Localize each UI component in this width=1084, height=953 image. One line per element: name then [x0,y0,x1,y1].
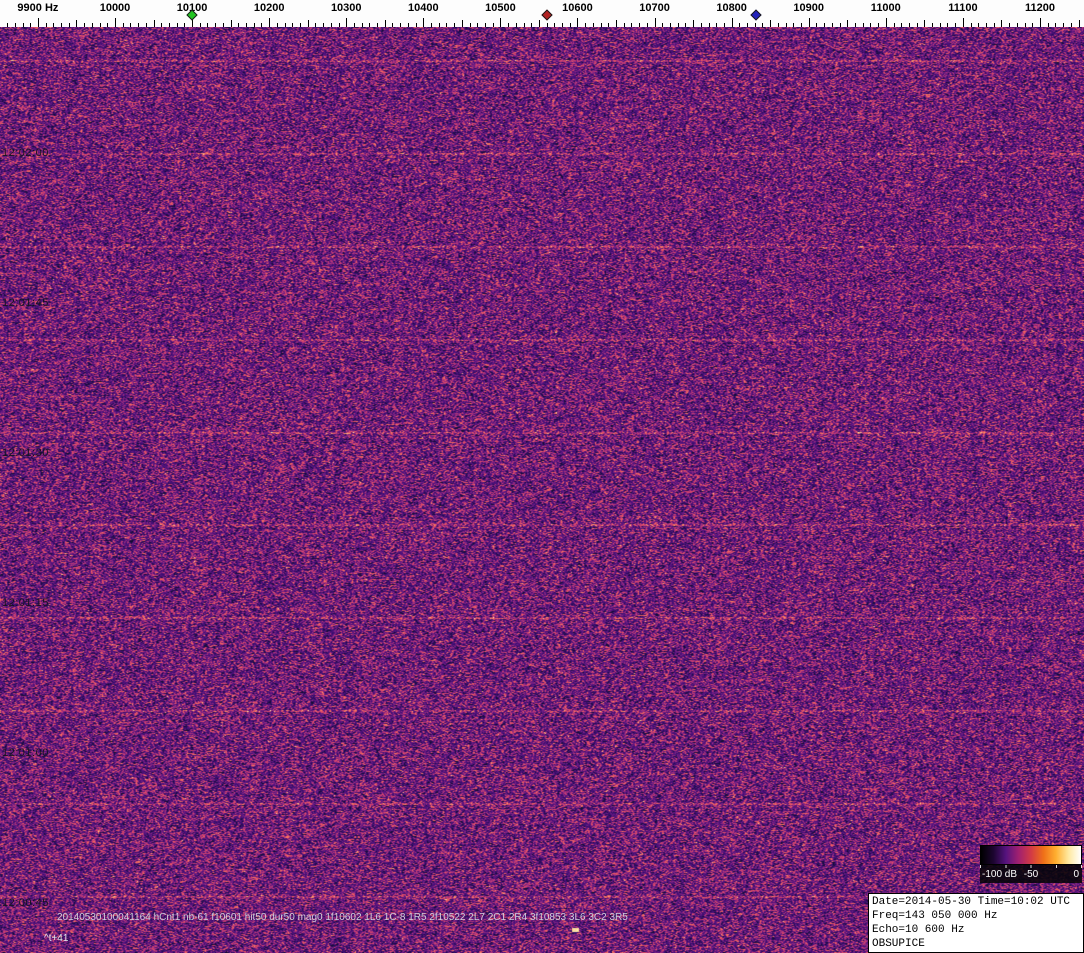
time-label: 12:01:45 [2,297,49,309]
detection-log-text: 20140530100041164 hCnt1 nb-61 f10601 hit… [57,912,628,923]
colorbar-min-label: -100 dB [982,869,1018,880]
freq-tick [1040,18,1041,27]
infobox-line: OBSUPICE [872,938,925,950]
colorbar-gradient [980,845,1082,865]
colorbar: -100 dB -50 0 [980,845,1082,883]
freq-tick-label: 10400 [408,2,439,14]
infobox-line: Date=2014-05-30 Time=10:02 UTC [872,896,1071,908]
freq-tick-label: 11200 [1024,2,1055,14]
infobox-line: Echo=10 600 Hz [872,924,965,936]
time-label: 12:02:00 [2,147,49,159]
frequency-ruler[interactable]: 9900 Hz 10000 10100 10200 10300 10400 10500 106… [0,0,1084,27]
freq-tick-label: 10600 [562,2,593,14]
freq-tick-label: 9900 Hz [17,2,59,14]
freq-tick [231,20,232,27]
freq-tick-label: 10700 [639,2,670,14]
freq-tick [154,20,155,27]
freq-tick [385,20,386,27]
time-label: 12:01:30 [2,447,49,459]
observation-info-box: Date=2014-05-30 Time=10:02 UTC Freq=143 0… [868,893,1084,953]
freq-tick [732,18,733,27]
freq-tick [886,18,887,27]
freq-tick [1079,20,1080,27]
freq-tick [115,18,116,27]
colorbar-ticks [980,865,1082,868]
freq-tick [76,20,77,27]
freq-tick [269,18,270,27]
freq-tick-label: 10500 [485,2,516,14]
freq-tick [655,18,656,27]
freq-tick [1001,20,1002,27]
spectrogram-window: 9900 Hz 10000 10100 10200 10300 10400 10500 106… [0,0,1084,953]
freq-tick [616,20,617,27]
freq-tick [539,20,540,27]
time-cursor-label: ^t+41 [44,933,69,944]
marker-red-diamond[interactable] [540,9,553,21]
time-label: 12:01:15 [2,597,49,609]
freq-tick [770,20,771,27]
freq-tick-label: 10300 [330,2,362,14]
waterfall-area: 20140530100041164 hCnt1 nb-61 f10601 hit… [0,27,1084,953]
freq-tick [423,18,424,27]
waterfall-canvas[interactable] [0,27,1084,953]
freq-tick-label: 10800 [716,2,747,14]
freq-tick [462,20,463,27]
freq-tick [500,18,501,27]
freq-tick-label: 10900 [793,2,825,14]
freq-tick-label: 11000 [870,2,901,14]
freq-tick [577,18,578,27]
time-label: 12:00:45 [2,897,49,909]
freq-tick [924,20,925,27]
colorbar-mid-label: -50 [1023,869,1039,880]
freq-tick [963,18,964,27]
freq-tick-label: 10200 [253,2,285,14]
colorbar-scale: -100 dB -50 0 [980,865,1082,883]
time-label: 12:01:00 [2,747,49,759]
colorbar-max-label: 0 [1073,869,1079,880]
freq-tick [38,18,39,27]
freq-tick-label: 11100 [948,2,978,14]
freq-tick [809,18,810,27]
marker-blue-diamond[interactable] [750,9,762,21]
infobox-line: Freq=143 050 000 Hz [872,910,998,922]
freq-tick [693,20,694,27]
freq-tick [308,20,309,27]
freq-tick [847,20,848,27]
freq-tick-label: 10000 [99,2,131,14]
freq-tick [346,18,347,27]
